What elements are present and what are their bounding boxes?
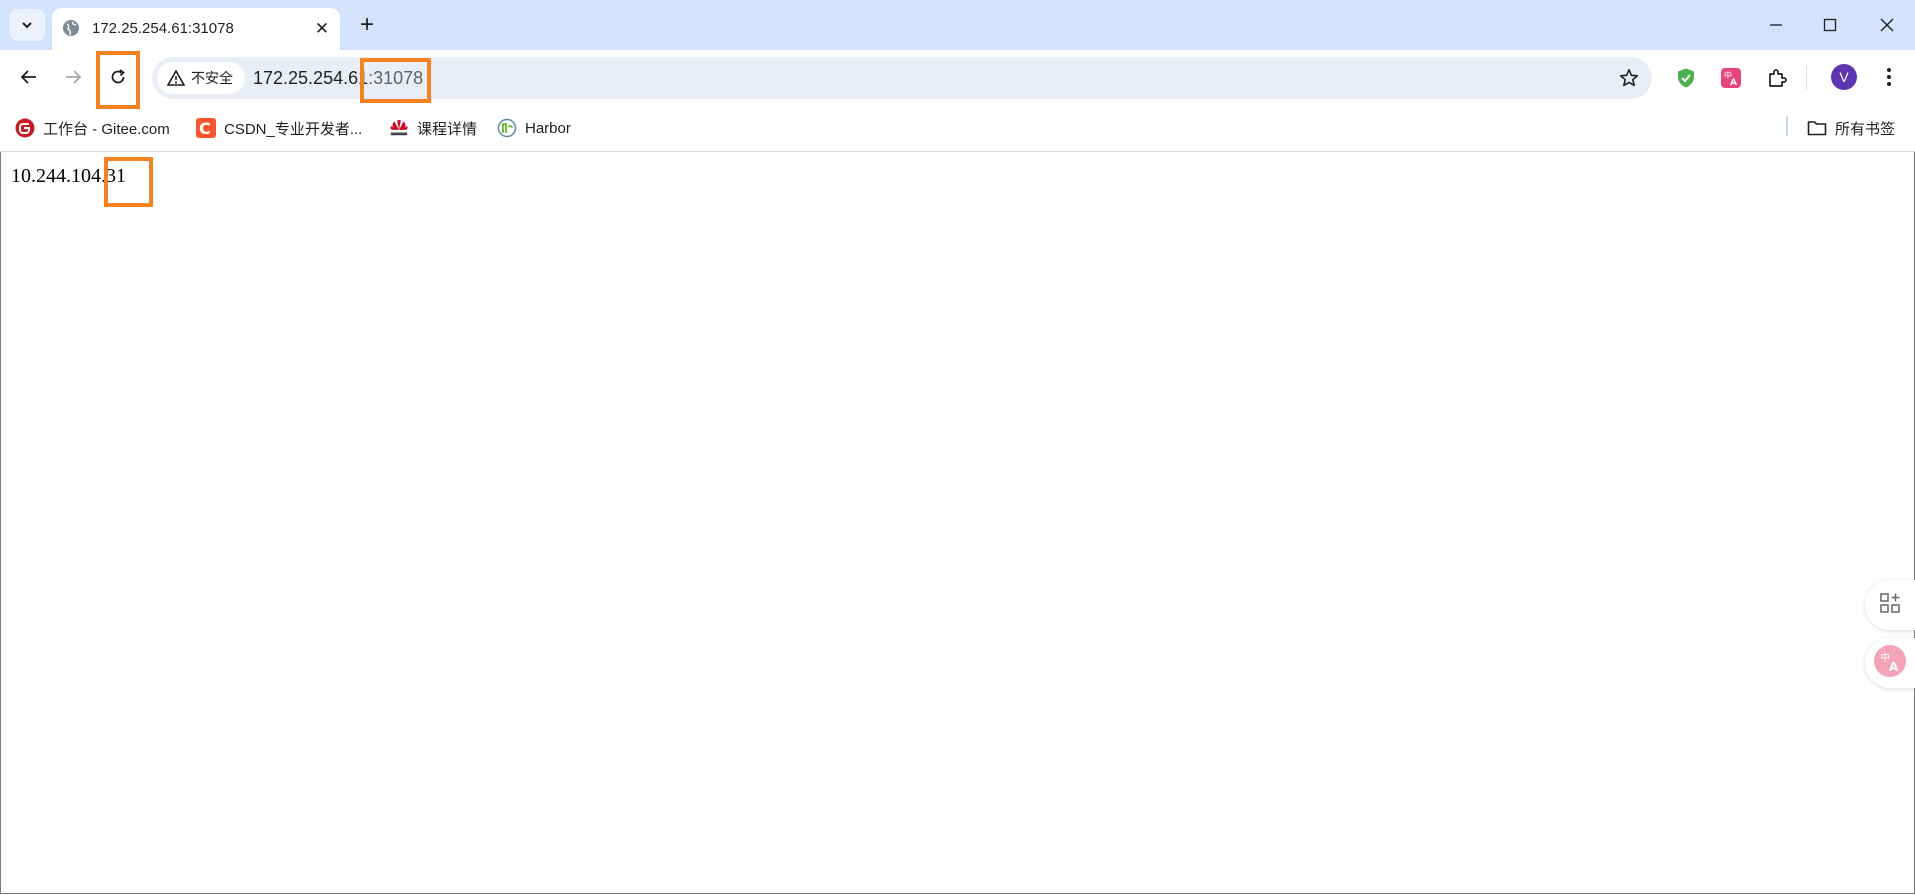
all-bookmarks-label: 所有书签 xyxy=(1835,120,1896,138)
bookmark-csdn[interactable]: C CSDN_专业开发者... xyxy=(196,116,362,140)
browser-toolbar: 不安全 172.25.254.61:31078 中A V xyxy=(0,50,1915,105)
minimize-button[interactable] xyxy=(1756,8,1796,42)
active-tab[interactable]: 172.25.254.61:31078 ✕ xyxy=(52,8,340,50)
more-menu-icon[interactable] xyxy=(1876,64,1902,90)
globe-icon xyxy=(62,19,80,37)
tab-close-icon[interactable]: ✕ xyxy=(310,17,334,41)
side-widgets-button[interactable] xyxy=(1865,580,1915,630)
forward-arrow-icon[interactable] xyxy=(55,59,91,95)
maximize-button[interactable] xyxy=(1810,8,1850,42)
folder-icon xyxy=(1807,118,1827,138)
security-label: 不安全 xyxy=(191,70,233,86)
bookmarks-divider xyxy=(1786,116,1788,136)
tab-title: 172.25.254.61:31078 xyxy=(92,20,234,37)
shield-extension-icon[interactable] xyxy=(1674,66,1698,90)
gitee-icon xyxy=(15,118,35,138)
new-tab-button[interactable]: + xyxy=(354,11,380,38)
bookmark-harbor[interactable]: Harbor xyxy=(497,116,571,140)
back-arrow-icon[interactable] xyxy=(11,59,47,95)
huawei-icon xyxy=(389,118,409,138)
bookmark-label: 工作台 - Gitee.com xyxy=(43,120,170,138)
svg-text:A: A xyxy=(1730,78,1737,88)
chevron-down-icon[interactable] xyxy=(9,9,45,41)
side-translate-button[interactable]: 中A xyxy=(1865,638,1915,688)
warning-icon xyxy=(166,69,186,87)
reload-highlight-box xyxy=(96,51,140,109)
url-host: 172.25.254.61 xyxy=(253,68,369,88)
ip-suffix-highlight-box xyxy=(104,157,153,207)
bookmark-label: CSDN_专业开发者... xyxy=(224,120,363,138)
bookmark-huawei[interactable]: 课程详情 xyxy=(389,116,477,140)
close-window-button[interactable] xyxy=(1867,8,1907,42)
security-chip[interactable]: 不安全 xyxy=(157,62,245,94)
translate-extension-icon[interactable]: 中A xyxy=(1719,66,1743,90)
bookmark-label: 课程详情 xyxy=(417,120,478,138)
bookmark-star-icon[interactable] xyxy=(1616,65,1642,91)
svg-text:A: A xyxy=(1889,660,1899,674)
puzzle-extensions-icon[interactable] xyxy=(1765,66,1789,90)
bookmark-gitee[interactable]: 工作台 - Gitee.com xyxy=(15,116,170,140)
apps-grid-icon xyxy=(1879,592,1901,619)
profile-avatar[interactable]: V xyxy=(1831,64,1857,90)
svg-text:C: C xyxy=(199,119,211,138)
bookmark-label: Harbor xyxy=(525,119,571,137)
tab-strip: 172.25.254.61:31078 ✕ + xyxy=(0,0,1915,50)
harbor-icon xyxy=(497,118,517,138)
toolbar-divider xyxy=(1806,66,1807,90)
all-bookmarks-button[interactable]: 所有书签 xyxy=(1807,116,1895,140)
csdn-icon: C xyxy=(196,118,216,138)
bookmarks-bar: 工作台 - Gitee.com C CSDN_专业开发者... 课程详情 Har… xyxy=(0,105,1915,152)
translate-icon: 中A xyxy=(1873,644,1907,683)
port-highlight-box xyxy=(360,58,431,103)
